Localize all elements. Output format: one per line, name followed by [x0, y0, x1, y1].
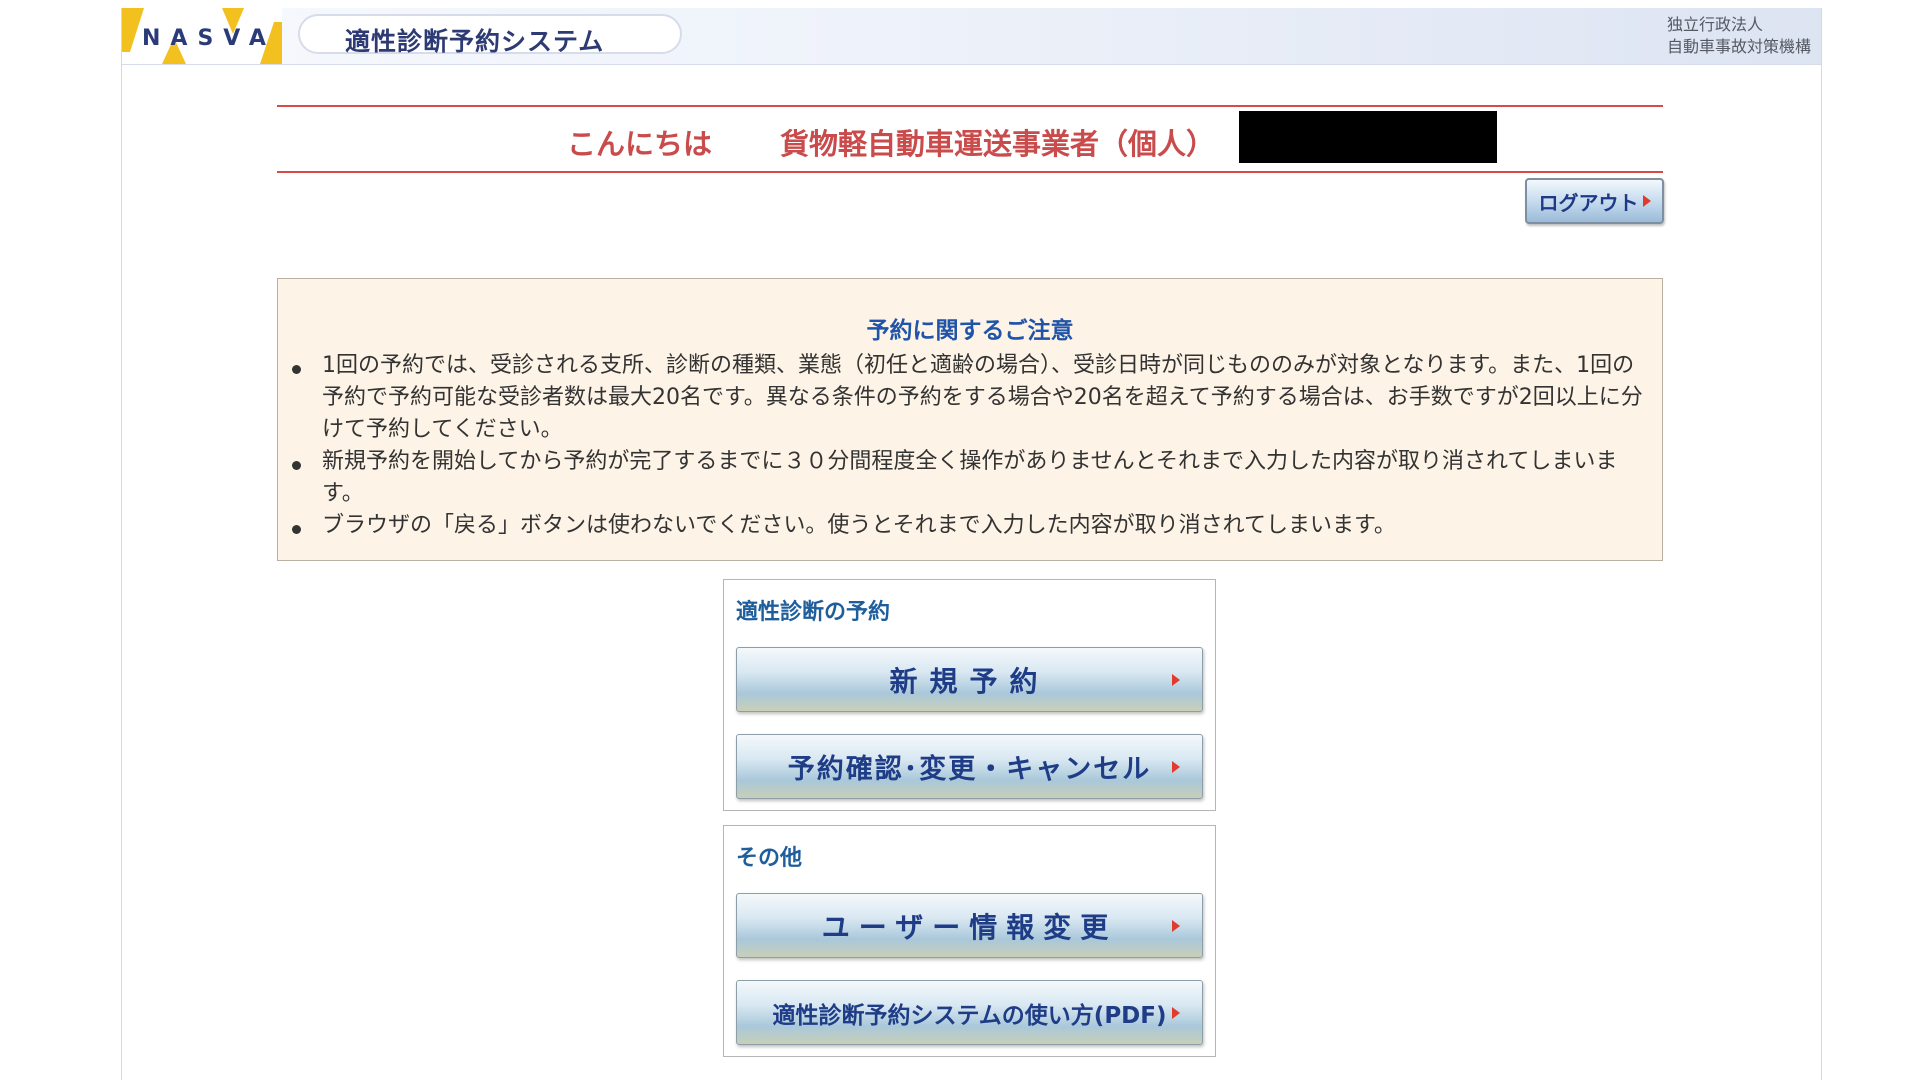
new-reservation-button[interactable]: 新規予約 [736, 647, 1203, 712]
manual-pdf-label: 適性診断予約システムの使い方(PDF) [772, 1002, 1167, 1029]
notice-title: 予約に関するご注意 [866, 318, 1074, 344]
arrow-right-icon [1172, 674, 1180, 686]
org-line-2: 自動車事故対策機構 [1666, 37, 1811, 56]
redacted-user-name [1239, 111, 1497, 163]
org-line-1: 独立行政法人 [1666, 15, 1763, 34]
reservation-menu-heading: 適性診断の予約 [736, 600, 891, 625]
logout-label: ログアウト [1538, 190, 1639, 215]
manage-reservation-button[interactable]: 予約確認･変更・キャンセル [736, 734, 1203, 799]
notice-item-text: ブラウザの「戻る」ボタンは使わないでください。使うとそれまで入力した内容が取り消… [322, 513, 1396, 538]
bullet-icon [292, 461, 301, 470]
notice-item: 1回の予約では、受診される支所、診断の種類、業態（初任と適齢の場合）、受診日時が… [292, 350, 1652, 446]
logo-text: NASVA [142, 26, 276, 51]
manage-reservation-label: 予約確認･変更・キャンセル [787, 754, 1152, 785]
page-container: NASVA 適性診断予約システム 独立行政法人 自動車事故対策機構 こんにちは … [121, 8, 1822, 1080]
new-reservation-label: 新規予約 [889, 664, 1050, 698]
notice-item-text: 新規予約を開始してから予約が完了するまでに３０分間程度全く操作がありませんとそれ… [322, 449, 1618, 506]
notice-item-text: 1回の予約では、受診される支所、診断の種類、業態（初任と適齢の場合）、受診日時が… [322, 353, 1643, 442]
greeting-hello: こんにちは [567, 127, 713, 161]
logout-button[interactable]: ログアウト [1525, 178, 1664, 224]
header-bar: NASVA 適性診断予約システム 独立行政法人 自動車事故対策機構 [122, 8, 1821, 65]
greeting-user-category: 貨物軽自動車運送事業者（個人） [780, 127, 1216, 161]
organization-name: 独立行政法人 自動車事故対策機構 [1667, 14, 1811, 58]
notice-item: 新規予約を開始してから予約が完了するまでに３０分間程度全く操作がありませんとそれ… [292, 446, 1652, 510]
user-info-change-button[interactable]: ユーザー情報変更 [736, 893, 1203, 958]
arrow-right-icon [1642, 195, 1651, 207]
notice-list: 1回の予約では、受診される支所、診断の種類、業態（初任と適齢の場合）、受診日時が… [292, 350, 1652, 542]
arrow-right-icon [1172, 1007, 1180, 1019]
manual-pdf-button[interactable]: 適性診断予約システムの使い方(PDF) [736, 980, 1203, 1045]
notice-item: ブラウザの「戻る」ボタンは使わないでください。使うとそれまで入力した内容が取り消… [292, 510, 1652, 542]
nasva-logo-graphic: NASVA [122, 8, 282, 64]
bullet-icon [292, 525, 301, 534]
nasva-logo[interactable]: NASVA [122, 8, 282, 64]
system-title-pill: 適性診断予約システム [298, 14, 682, 56]
greeting-banner: こんにちは 貨物軽自動車運送事業者（個人） [277, 105, 1663, 173]
other-menu-heading: その他 [736, 846, 803, 871]
reservation-menu: 適性診断の予約 新規予約 予約確認･変更・キャンセル [723, 579, 1216, 811]
arrow-right-icon [1172, 761, 1180, 773]
bullet-icon [292, 365, 301, 374]
system-title: 適性診断予約システム [345, 27, 605, 56]
arrow-right-icon [1172, 920, 1180, 932]
other-menu: その他 ユーザー情報変更 適性診断予約システムの使い方(PDF) [723, 825, 1216, 1057]
user-info-change-label: ユーザー情報変更 [821, 910, 1118, 944]
notice-box: 予約に関するご注意 1回の予約では、受診される支所、診断の種類、業態（初任と適齢… [277, 278, 1663, 561]
